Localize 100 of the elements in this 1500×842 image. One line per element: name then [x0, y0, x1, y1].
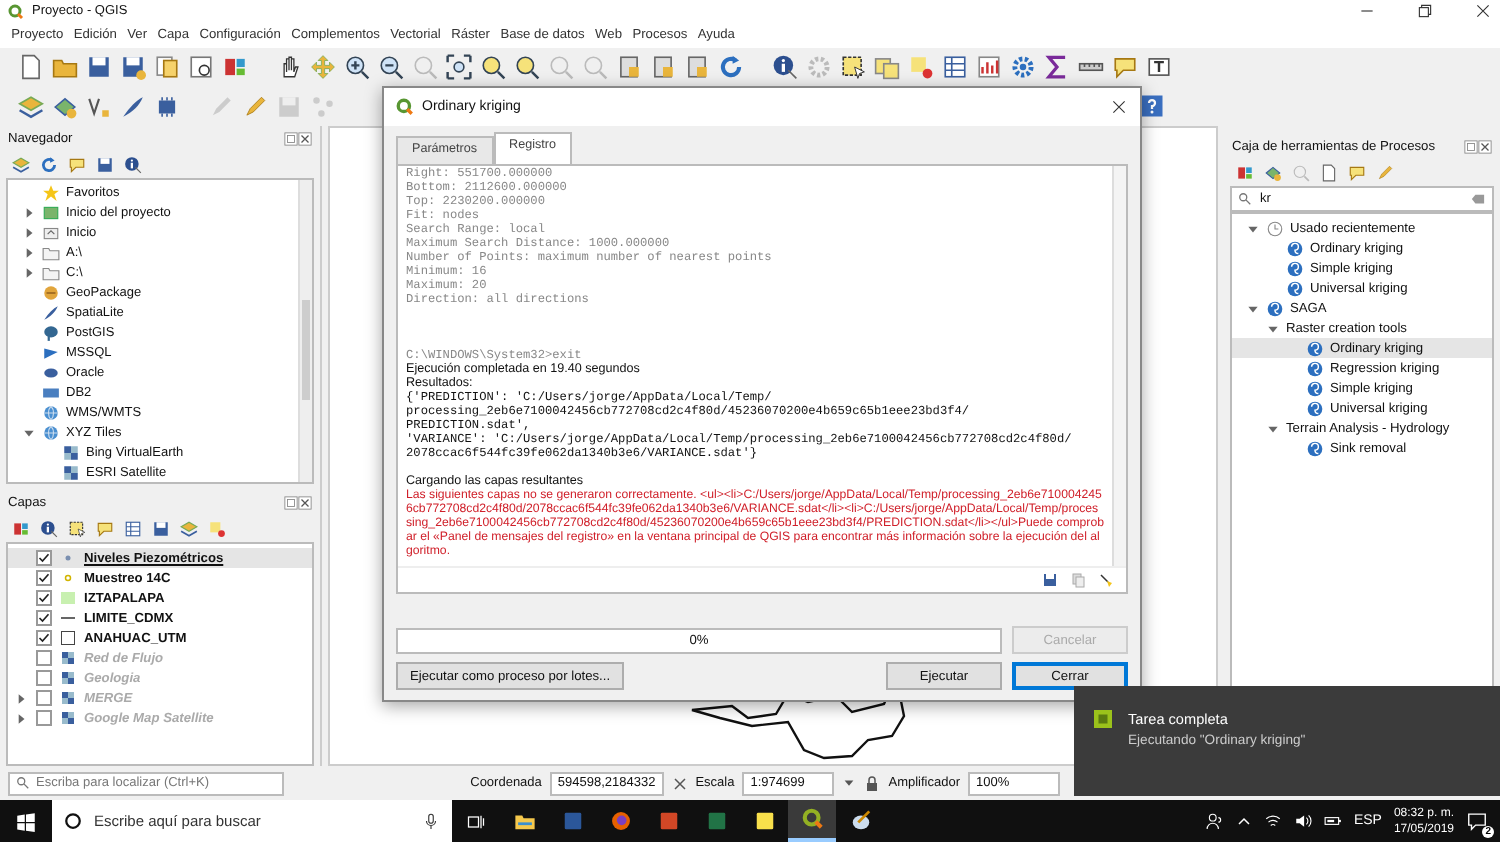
page-icon[interactable]: [1320, 163, 1338, 181]
expander-icon[interactable]: [22, 245, 36, 259]
globe-icon: [42, 403, 60, 421]
checkbox[interactable]: [36, 690, 52, 706]
scrollbar[interactable]: [1112, 166, 1126, 566]
layers-icon[interactable]: [18, 93, 44, 119]
tooltip-icon[interactable]: [1348, 163, 1366, 181]
task-view-icon[interactable]: [466, 811, 486, 831]
help-icon[interactable]: [1140, 94, 1164, 118]
feather-icon: [42, 303, 60, 321]
swirl-icon: [1306, 339, 1324, 357]
zoom-in-icon[interactable]: [344, 54, 370, 80]
zoom-full-icon[interactable]: [446, 54, 472, 80]
checkbox[interactable]: [36, 610, 52, 626]
close-icon[interactable]: [1110, 98, 1128, 116]
close-icon[interactable]: [298, 131, 312, 145]
battery-icon[interactable]: [1323, 812, 1342, 830]
layers-icon[interactable]: [180, 519, 198, 537]
task-complete-icon: [1094, 710, 1112, 728]
expander-icon[interactable]: [14, 691, 28, 705]
restore-icon[interactable]: [1416, 2, 1434, 20]
expander-icon[interactable]: [14, 711, 28, 725]
caret-up-icon[interactable]: [1235, 813, 1252, 829]
tiles-icon: [62, 463, 80, 481]
statistics-icon[interactable]: [976, 54, 1002, 80]
expander-icon[interactable]: [22, 425, 36, 439]
qgis-logo-icon[interactable]: [801, 808, 823, 830]
expander-icon[interactable]: [22, 225, 36, 239]
expander-icon[interactable]: [1246, 301, 1260, 315]
layers-icon[interactable]: [12, 155, 30, 173]
project-home-icon: [42, 203, 60, 221]
pages-icon[interactable]: [154, 54, 180, 80]
lock-icon[interactable]: [864, 775, 881, 791]
expander-icon[interactable]: [1246, 221, 1260, 235]
swirl-icon: [1286, 239, 1304, 257]
brush-icon[interactable]: [1098, 572, 1114, 588]
swirl-icon: [1306, 399, 1324, 417]
swirl-icon: [1306, 379, 1324, 397]
identify-icon[interactable]: [40, 519, 58, 537]
people-icon[interactable]: [1205, 812, 1224, 830]
notifications-icon[interactable]: [1466, 810, 1488, 832]
close-icon[interactable]: [298, 495, 312, 509]
select-by-icon[interactable]: [874, 54, 900, 80]
zoom-layer-icon[interactable]: [480, 54, 506, 80]
table-icon[interactable]: [124, 519, 142, 537]
folder-icon[interactable]: [513, 810, 535, 832]
expander-icon[interactable]: [1266, 421, 1280, 435]
expander-icon[interactable]: [22, 205, 36, 219]
clock-icon: [1266, 219, 1284, 237]
checkbox[interactable]: [36, 710, 52, 726]
search-icon: [1238, 192, 1252, 206]
sigma-icon[interactable]: [1044, 54, 1070, 80]
speaker-icon[interactable]: [1293, 812, 1312, 830]
network-icon[interactable]: [1263, 812, 1282, 830]
expander-icon[interactable]: [22, 265, 36, 279]
swirl-icon: [1306, 439, 1324, 457]
qgis-logo-icon: [396, 98, 414, 116]
select-icon[interactable]: [840, 54, 866, 80]
swirl-icon: [1306, 359, 1324, 377]
refresh-icon[interactable]: [40, 155, 58, 173]
checkbox[interactable]: [36, 670, 52, 686]
deselect-icon[interactable]: [208, 519, 226, 537]
close-icon[interactable]: [1478, 139, 1492, 153]
checkbox[interactable]: [36, 650, 52, 666]
swirl-icon: [1286, 279, 1304, 297]
scrollbar[interactable]: [298, 180, 312, 482]
caret-icon[interactable]: [842, 776, 857, 790]
qgis-logo-icon: [8, 3, 24, 19]
deselect-icon[interactable]: [908, 54, 934, 80]
table-icon[interactable]: [942, 54, 968, 80]
text-annotation-icon[interactable]: [1146, 54, 1172, 80]
browser-icon[interactable]: [609, 810, 631, 832]
identify-icon[interactable]: [772, 54, 798, 80]
microphone-icon[interactable]: [422, 812, 440, 830]
polygon-symbol-icon: [60, 630, 76, 646]
clear-icon[interactable]: [1470, 192, 1486, 206]
polygon-symbol-icon: [60, 590, 76, 606]
checkbox[interactable]: [36, 590, 52, 606]
gear-icon[interactable]: [1010, 54, 1036, 80]
select-icon[interactable]: [68, 519, 86, 537]
page-icon[interactable]: [18, 54, 44, 80]
checkbox[interactable]: [36, 570, 52, 586]
close-icon[interactable]: [1474, 2, 1492, 20]
windows-logo-icon[interactable]: [16, 811, 36, 831]
swirl-icon: [1266, 299, 1284, 317]
refresh-icon[interactable]: [718, 54, 744, 80]
search-icon: [16, 776, 30, 790]
identify-icon[interactable]: [124, 155, 142, 173]
tooltip-icon[interactable]: [68, 155, 86, 173]
zoom-layer-icon[interactable]: [514, 54, 540, 80]
paint-app-icon[interactable]: [849, 810, 871, 832]
zoom-out-icon[interactable]: [378, 54, 404, 80]
tooltip-icon[interactable]: [1112, 54, 1138, 80]
checkbox[interactable]: [36, 550, 52, 566]
sticky-note-icon[interactable]: [753, 810, 775, 832]
tooltip-icon[interactable]: [96, 519, 114, 537]
globe-icon: [42, 423, 60, 441]
circle-icon: [64, 812, 82, 830]
feather-icon[interactable]: [120, 93, 146, 119]
checkbox[interactable]: [36, 630, 52, 646]
